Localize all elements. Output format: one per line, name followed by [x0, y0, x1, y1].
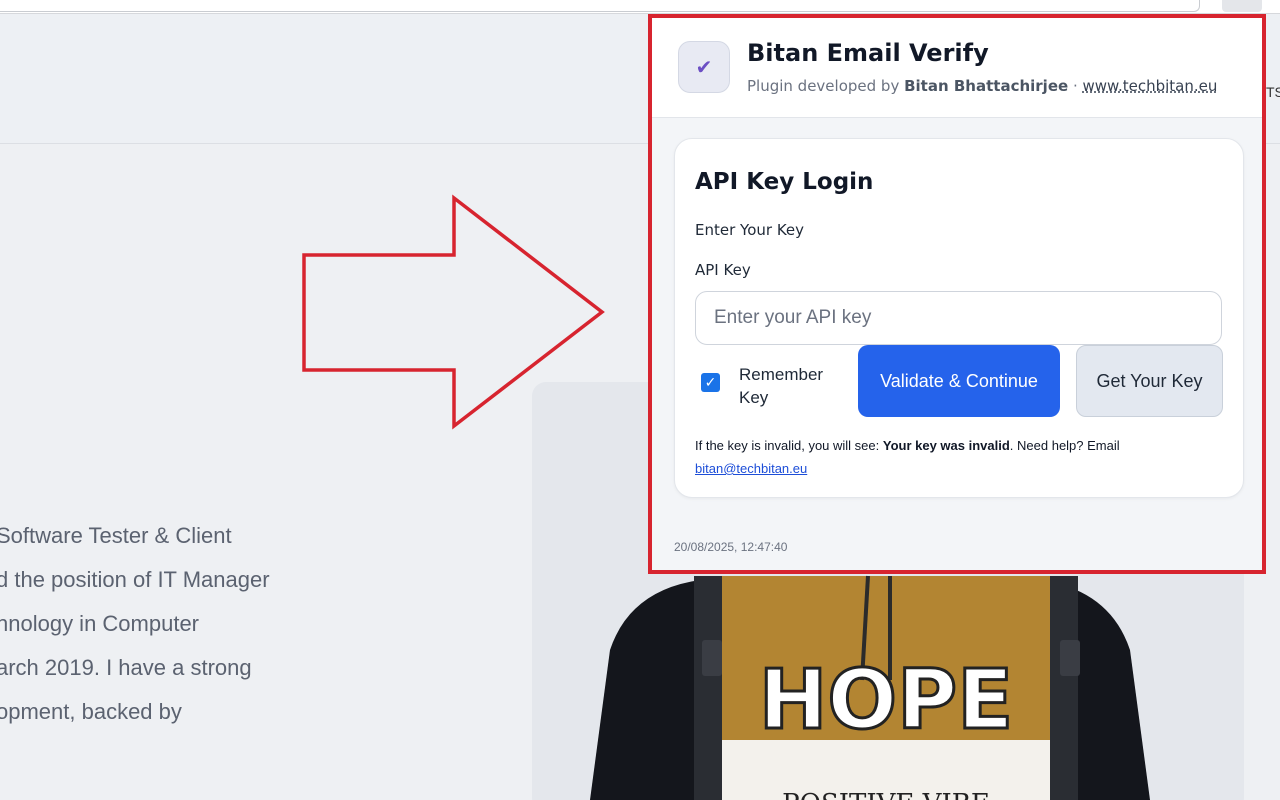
bio-line: d the position of IT Manager [0, 567, 270, 592]
help-prefix: If the key is invalid, you will see: [695, 438, 880, 453]
subtitle-prefix: Plugin developed by [747, 77, 900, 95]
support-email-link[interactable]: bitan@techbitan.eu [695, 461, 807, 476]
remember-key-checkbox[interactable]: ✓ [701, 373, 720, 392]
extension-popup: ✔ Bitan Email Verify Plugin developed by… [648, 14, 1266, 574]
address-bar[interactable] [0, 0, 1200, 12]
help-text: If the key is invalid, you will see: You… [695, 434, 1225, 480]
extension-button[interactable] [1222, 0, 1262, 12]
browser-toolbar [0, 0, 1280, 14]
shirt-print-subtext: POSITIVE VIBE [782, 789, 990, 800]
app-subtitle: Plugin developed by Bitan Bhattachirjee … [747, 77, 1217, 95]
shirt-print-text: HOPE [759, 653, 1013, 748]
api-key-input[interactable] [695, 291, 1222, 345]
bio-text: Software Tester & Client d the position … [0, 514, 520, 734]
pointer-arrow-icon [302, 194, 605, 430]
card-title: API Key Login [695, 169, 874, 195]
checkmark-icon: ✔ [678, 41, 730, 93]
login-card: API Key Login Enter Your Key API Key ✓ R… [674, 138, 1244, 498]
validate-continue-button[interactable]: Validate & Continue [858, 345, 1060, 417]
profile-photo: HOPE POSITIVE VIBE [590, 560, 1150, 800]
help-error-example: Your key was invalid [882, 438, 1010, 453]
website-link[interactable]: www.techbitan.eu [1083, 77, 1218, 95]
bio-line: Software Tester & Client [0, 523, 232, 548]
bio-line: hnology in Computer [0, 611, 200, 636]
help-middle: . Need help? Email [1009, 438, 1120, 453]
get-key-button[interactable]: Get Your Key [1076, 345, 1223, 417]
subtitle-separator: · [1072, 77, 1078, 95]
bio-line: arch 2019. I have a strong [0, 655, 252, 680]
popup-header: ✔ Bitan Email Verify Plugin developed by… [652, 18, 1262, 118]
remember-key-toggle[interactable]: ✓ Remember Key [701, 363, 851, 409]
api-key-label: API Key [695, 261, 751, 279]
remember-key-label[interactable]: Remember Key [739, 363, 839, 409]
timestamp: 20/08/2025, 12:47:40 [674, 540, 788, 554]
nav-item-partial[interactable]: TS [1266, 84, 1280, 100]
developer-name: Bitan Bhattachirjee [904, 77, 1069, 95]
app-title: Bitan Email Verify [747, 39, 989, 67]
bio-line: opment, backed by [0, 699, 182, 724]
card-subtitle: Enter Your Key [695, 221, 805, 239]
